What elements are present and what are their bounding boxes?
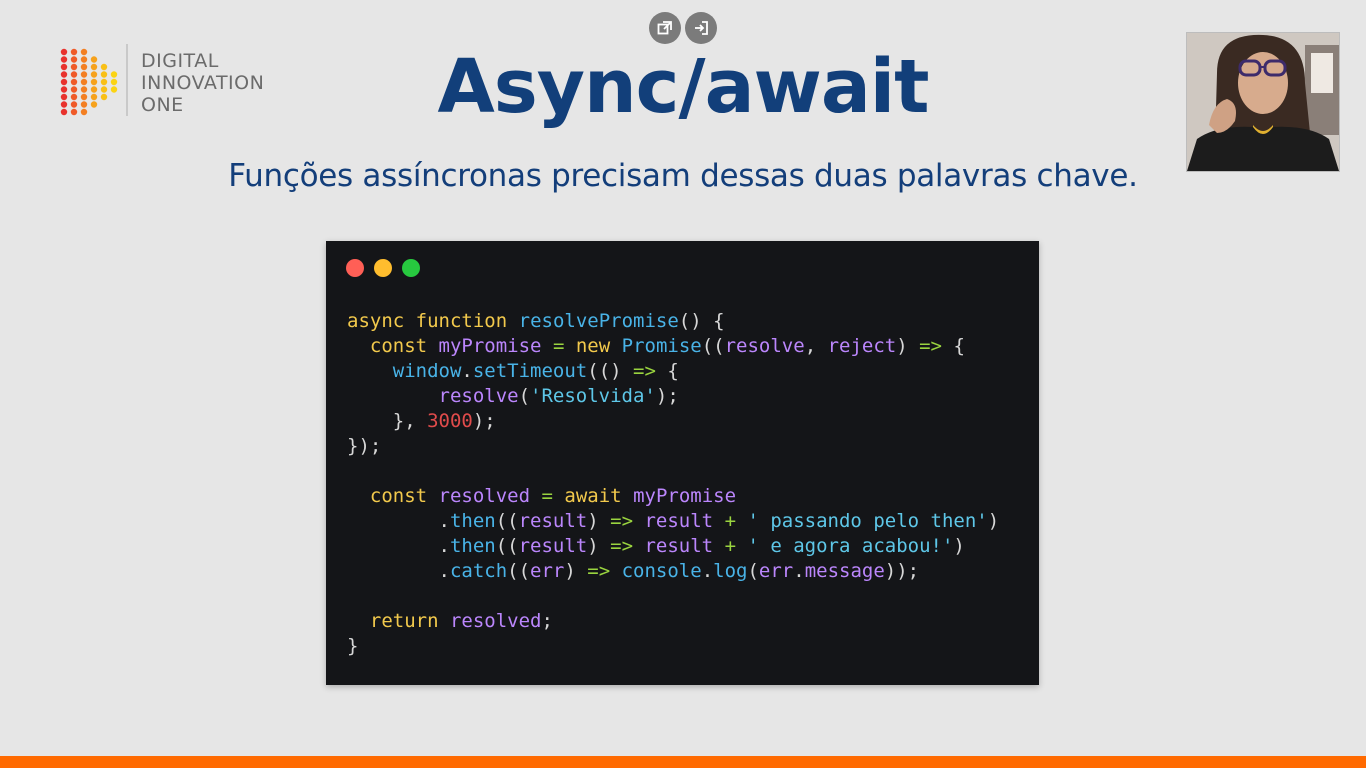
- code-line-2: const myPromise = new Promise((resolve, …: [369, 335, 965, 357]
- presenter-webcam: [1186, 32, 1340, 172]
- code-line-11: .catch((err) => console.log(err.message)…: [347, 560, 920, 582]
- code-line-8: const resolved = await myPromise: [369, 485, 737, 507]
- code-line-13: return resolved;: [369, 610, 553, 632]
- maximize-dot: [402, 259, 420, 277]
- code-line-14: }: [347, 635, 359, 657]
- minimize-dot: [374, 259, 392, 277]
- code-line-3: window.setTimeout(() => {: [392, 360, 679, 382]
- presenter-video-icon: [1187, 33, 1339, 171]
- close-dot: [346, 259, 364, 277]
- code-block: async function resolvePromise() { const …: [347, 309, 999, 659]
- popout-button[interactable]: [649, 12, 681, 44]
- exit-icon: [695, 21, 708, 35]
- code-line-6: });: [347, 435, 382, 457]
- window-controls: [346, 259, 420, 277]
- code-line-1: async function resolvePromise() {: [347, 310, 725, 332]
- code-line-9: .then((result) => result + ' passando pe…: [347, 510, 1000, 532]
- code-line-5: }, 3000);: [347, 410, 496, 432]
- code-line-10: .then((result) => result + ' e agora aca…: [347, 535, 965, 557]
- popout-icon: [657, 21, 672, 35]
- code-line-4: resolve('Resolvida');: [438, 385, 679, 407]
- slide-title: Async/await: [437, 44, 929, 130]
- code-window: async function resolvePromise() { const …: [326, 241, 1039, 685]
- exit-button[interactable]: [685, 12, 717, 44]
- accent-bar: [0, 756, 1366, 768]
- slide-subtitle: Funções assíncronas precisam dessas duas…: [228, 158, 1138, 194]
